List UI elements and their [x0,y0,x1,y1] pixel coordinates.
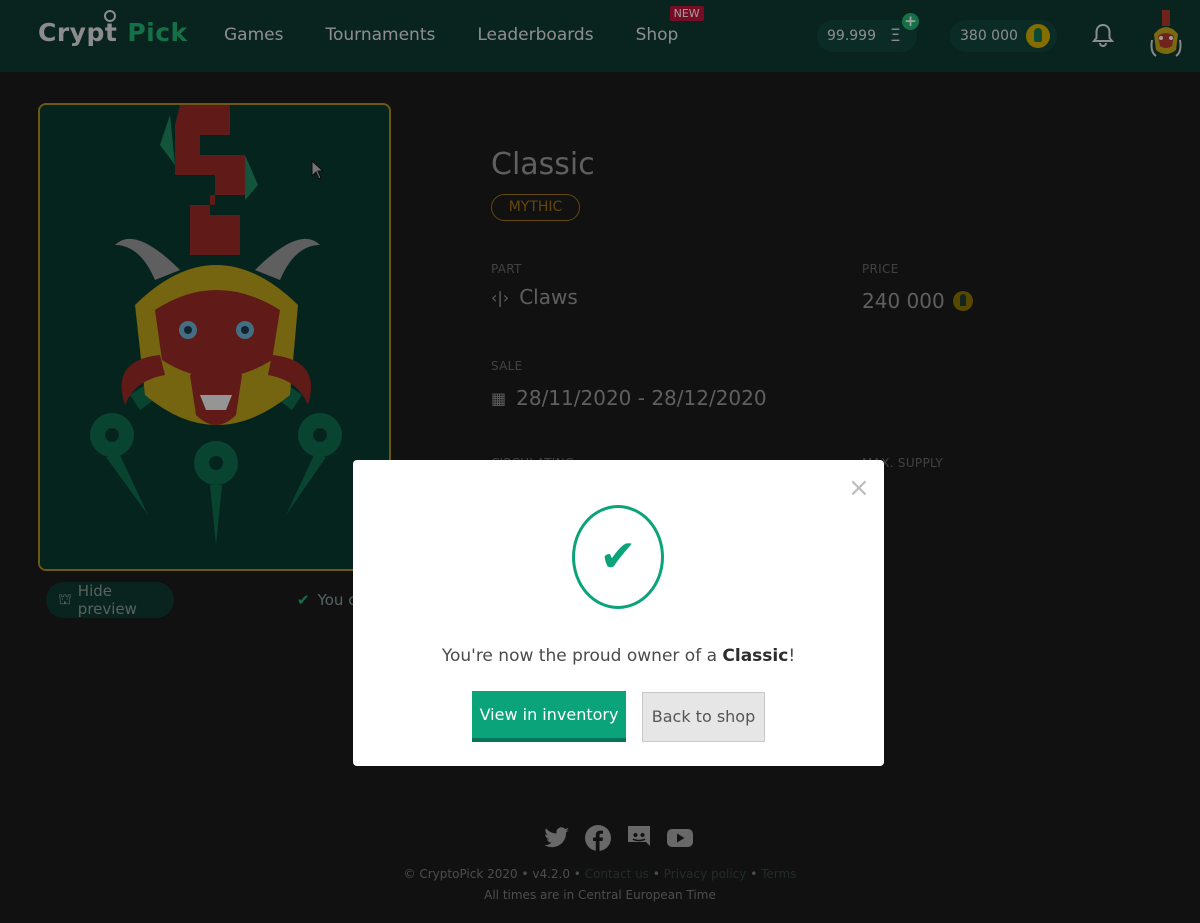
success-message-item: Classic [722,646,789,666]
success-message-prefix: You're now the proud owner of a [441,646,723,666]
close-icon[interactable]: × [848,475,870,501]
checkmark-icon: ✔ [599,531,637,582]
back-to-shop-button[interactable]: Back to shop [642,692,765,742]
success-message: You're now the proud owner of a Classic! [353,646,884,666]
view-in-inventory-button[interactable]: View in inventory [472,691,626,742]
purchase-success-modal: × ✔ You're now the proud owner of a Clas… [353,460,884,766]
success-message-suffix: ! [788,646,796,666]
success-check-circle: ✔ [572,505,664,609]
